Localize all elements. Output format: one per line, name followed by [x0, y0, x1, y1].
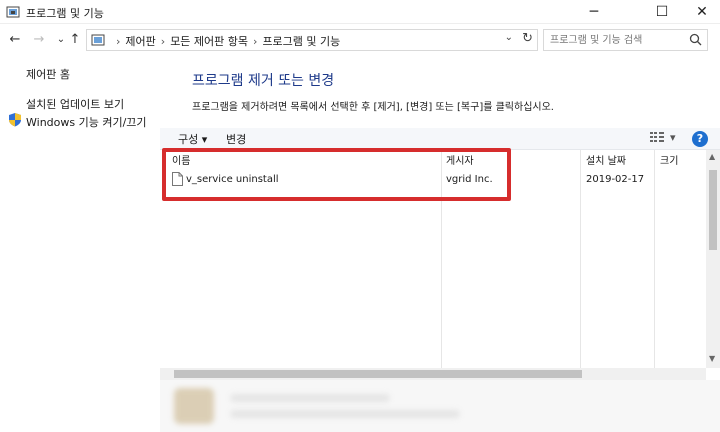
blurred-details-text [230, 394, 390, 402]
view-options-icon[interactable] [650, 131, 664, 146]
address-bar[interactable]: › 제어판 › 모든 제어판 항목 › 프로그램 및 기능 ⌄ ↻ [86, 29, 538, 51]
search-box[interactable] [543, 29, 708, 51]
scroll-up-arrow[interactable]: ▲ [709, 152, 715, 161]
program-name: v_service uninstall [186, 174, 279, 185]
sidebar-item-control-panel-home[interactable]: 제어판 홈 [26, 66, 70, 82]
column-divider [654, 150, 655, 368]
breadcrumb-programs[interactable]: 프로그램 및 기능 [262, 35, 340, 48]
view-dropdown-arrow[interactable]: ▾ [670, 131, 676, 144]
minimize-button[interactable]: ─ [576, 0, 612, 24]
title-bar: 프로그램 및 기능 ─ ☐ ✕ [0, 0, 720, 24]
breadcrumb: › 제어판 › 모든 제어판 항목 › 프로그램 및 기능 [111, 33, 340, 49]
programs-app-icon [6, 5, 20, 22]
vertical-scroll-thumb[interactable] [709, 170, 717, 250]
control-panel-icon [91, 33, 105, 50]
up-button[interactable]: ↑ [66, 30, 84, 50]
sidebar-item-windows-features[interactable]: Windows 기능 켜기/끄기 [26, 114, 147, 130]
address-dropdown-button[interactable]: ⌄ [505, 32, 513, 43]
column-header-name[interactable]: 이름 [172, 152, 190, 167]
blurred-program-icon [174, 388, 214, 424]
column-header-publisher[interactable]: 게시자 [446, 152, 474, 167]
maximize-button[interactable]: ☐ [644, 0, 680, 24]
column-divider [580, 150, 581, 368]
horizontal-scroll-thumb[interactable] [174, 370, 582, 378]
scroll-down-arrow[interactable]: ▼ [709, 354, 715, 363]
horizontal-scrollbar[interactable] [160, 368, 706, 380]
command-bar: 구성 ▾ 변경 ▾ [160, 128, 720, 150]
forward-button[interactable]: → [30, 30, 48, 50]
shield-icon [8, 112, 22, 130]
organize-button[interactable]: 구성 ▾ [178, 131, 207, 147]
search-input[interactable] [550, 33, 685, 48]
program-list: 이름 게시자 설치 날짜 크기 v_service uninstall vgri… [160, 150, 706, 368]
organize-label: 구성 [178, 133, 199, 146]
program-install-date: 2019-02-17 [586, 174, 645, 185]
breadcrumb-separator[interactable]: › [161, 35, 165, 48]
breadcrumb-control-panel[interactable]: 제어판 [125, 35, 155, 48]
blurred-details-text [230, 410, 460, 418]
program-publisher: vgrid Inc. [446, 174, 493, 185]
column-header-size[interactable]: 크기 [660, 152, 678, 167]
breadcrumb-separator[interactable]: › [253, 35, 257, 48]
close-button[interactable]: ✕ [684, 0, 720, 24]
navigation-bar: ← → ⌄ ↑ › 제어판 › 모든 제어판 항목 › 프로그램 및 기능 ⌄ ↻ [0, 28, 720, 52]
breadcrumb-all-items[interactable]: 모든 제어판 항목 [170, 35, 248, 48]
sidebar-item-view-updates[interactable]: 설치된 업데이트 보기 [26, 96, 124, 112]
window-title: 프로그램 및 기능 [26, 7, 104, 20]
search-icon[interactable] [689, 33, 702, 49]
help-button[interactable]: ? [692, 131, 708, 147]
refresh-button[interactable]: ↻ [522, 31, 533, 46]
page-title: 프로그램 제거 또는 변경 [192, 73, 335, 89]
column-divider [441, 150, 442, 368]
details-pane [160, 380, 720, 432]
change-button[interactable]: 변경 [226, 131, 246, 147]
column-header-install-date[interactable]: 설치 날짜 [586, 152, 626, 167]
organize-dropdown-arrow: ▾ [201, 133, 208, 146]
back-button[interactable]: ← [6, 30, 24, 50]
page-description: 프로그램을 제거하려면 목록에서 선택한 후 [제거], [변경] 또는 [복구… [192, 102, 554, 113]
program-file-icon [172, 172, 183, 189]
vertical-scrollbar[interactable]: ▲ ▼ [706, 150, 720, 368]
breadcrumb-separator: › [116, 35, 121, 48]
